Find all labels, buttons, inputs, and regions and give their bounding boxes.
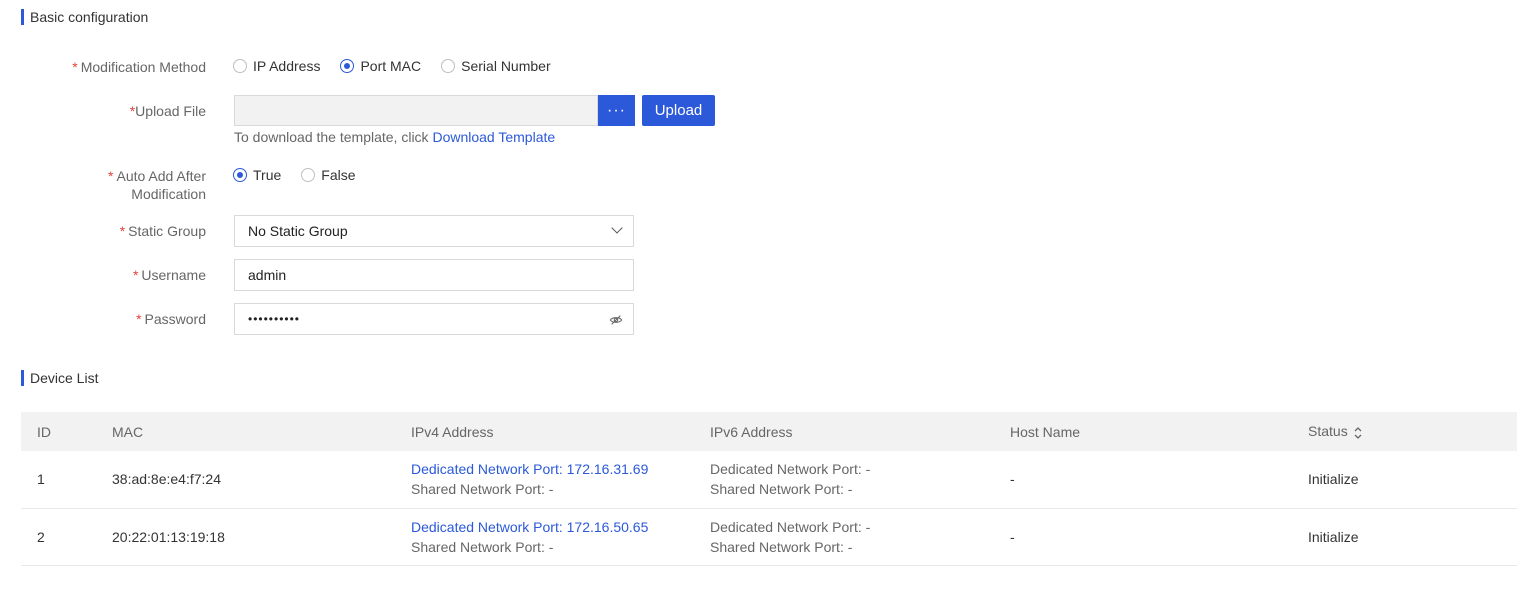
radio-false[interactable]: False: [301, 167, 356, 183]
cell-id: 2: [37, 528, 45, 545]
username-input[interactable]: admin: [234, 259, 634, 291]
column-header-mac: MAC: [112, 423, 144, 440]
ipv4-shared: Shared Network Port: -: [411, 481, 554, 498]
ipv6-shared: Shared Network Port: -: [710, 538, 853, 555]
column-header-host-name: Host Name: [1010, 423, 1081, 440]
static-group-row: * Static Group No Static Group: [0, 215, 900, 247]
device-list-header: Device List: [21, 369, 98, 387]
static-group-select[interactable]: No Static Group: [234, 215, 634, 247]
modification-method-radio-group: IP Address Port MAC Serial Number: [233, 58, 571, 74]
radio-dot[interactable]: [233, 168, 247, 182]
upload-button[interactable]: Upload: [642, 95, 715, 126]
cell-host-name: -: [1010, 528, 1015, 545]
password-row: * Password ••••••••••: [0, 303, 900, 335]
cell-status: Initialize: [1308, 528, 1359, 545]
ipv4-dedicated-link[interactable]: Dedicated Network Port: 172.16.50.65: [411, 517, 710, 537]
section-title: Device List: [30, 370, 99, 386]
basic-configuration-header: Basic configuration: [21, 8, 148, 26]
username-row: * Username admin: [0, 259, 900, 291]
device-list-table: ID MAC IPv4 Address IPv6 Address Host Na…: [21, 412, 1517, 566]
section-title: Basic configuration: [30, 9, 149, 25]
static-group-label: * Static Group: [119, 223, 206, 239]
download-template-link[interactable]: Download Template: [432, 129, 555, 145]
radio-true[interactable]: True: [233, 167, 281, 183]
upload-file-input[interactable]: [234, 95, 598, 126]
cell-ipv6: Dedicated Network Port: - Shared Network…: [710, 508, 1010, 565]
radio-dot[interactable]: [233, 59, 247, 73]
cell-status: Initialize: [1308, 471, 1359, 488]
table-row: 2 20:22:01:13:19:18 Dedicated Network Po…: [21, 508, 1517, 565]
ellipsis-icon: ···: [607, 101, 626, 119]
sort-icon[interactable]: [1353, 426, 1363, 440]
password-input[interactable]: ••••••••••: [234, 303, 634, 335]
section-accent-bar: [21, 9, 24, 25]
radio-dot[interactable]: [301, 168, 316, 182]
ipv6-dedicated: Dedicated Network Port: -: [710, 461, 871, 478]
radio-port-mac[interactable]: Port MAC: [340, 58, 421, 74]
cell-host-name: -: [1010, 471, 1015, 488]
auto-add-label: * Auto Add After Modification: [108, 168, 206, 202]
modification-method-label: * Modification Method: [72, 59, 206, 75]
cell-ipv4: Dedicated Network Port: 172.16.31.69 Sha…: [411, 451, 710, 508]
radio-ip-address[interactable]: IP Address: [233, 58, 320, 74]
upload-file-row: *Upload File ··· Upload To download the …: [0, 95, 900, 155]
cell-ipv6: Dedicated Network Port: - Shared Network…: [710, 451, 1010, 508]
browse-file-button[interactable]: ···: [598, 95, 635, 126]
auto-add-radio-group: True False: [233, 167, 376, 183]
chevron-down-icon: [611, 222, 623, 234]
username-label: * Username: [132, 267, 206, 283]
cell-id: 1: [37, 471, 45, 488]
auto-add-row: * Auto Add After Modification True False: [0, 167, 900, 207]
cell-ipv4: Dedicated Network Port: 172.16.50.65 Sha…: [411, 508, 710, 565]
column-header-ipv6: IPv6 Address: [710, 423, 793, 440]
table-row: 1 38:ad:8e:e4:f7:24 Dedicated Network Po…: [21, 451, 1517, 508]
section-accent-bar: [21, 370, 24, 386]
download-template-hint: To download the template, click Download…: [234, 129, 556, 145]
password-label: * Password: [136, 311, 206, 327]
column-header-ipv4: IPv4 Address: [411, 423, 494, 440]
column-header-id: ID: [37, 423, 51, 440]
ipv6-shared: Shared Network Port: -: [710, 481, 853, 498]
upload-file-label: *Upload File: [129, 103, 206, 119]
cell-mac: 38:ad:8e:e4:f7:24: [112, 471, 221, 488]
ipv4-dedicated-link[interactable]: Dedicated Network Port: 172.16.31.69: [411, 459, 710, 479]
table-header-row: ID MAC IPv4 Address IPv6 Address Host Na…: [21, 412, 1517, 451]
radio-serial-number[interactable]: Serial Number: [441, 58, 551, 74]
eye-off-icon[interactable]: [609, 313, 623, 327]
radio-dot[interactable]: [441, 59, 456, 73]
radio-dot[interactable]: [340, 59, 355, 73]
column-header-status[interactable]: Status: [1308, 412, 1517, 451]
ipv6-dedicated: Dedicated Network Port: -: [710, 518, 871, 535]
cell-mac: 20:22:01:13:19:18: [112, 528, 225, 545]
ipv4-shared: Shared Network Port: -: [411, 538, 554, 555]
